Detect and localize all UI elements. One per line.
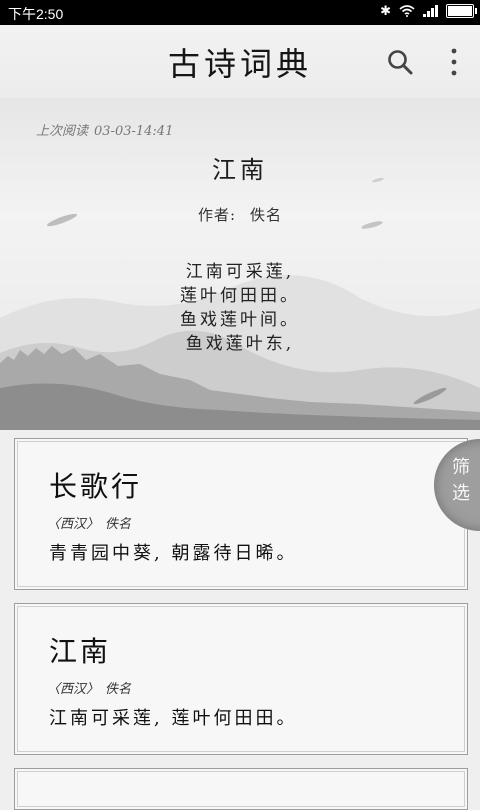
poem-line: 莲叶何田田。	[180, 286, 300, 306]
poem-card-meta: 〈西汉〉 佚名	[47, 513, 131, 532]
poem-card[interactable]: 长歌行 〈西汉〉 佚名 青青园中葵, 朝露待日晞。	[14, 438, 468, 590]
poem-title: 江南	[212, 156, 268, 184]
poem-card-dynasty: 〈西汉〉	[47, 517, 100, 532]
filter-label: 筛选	[452, 457, 470, 504]
poem-line: 鱼戏莲叶间。	[180, 310, 300, 330]
poem-author: 作者: 佚名	[0, 204, 480, 225]
poem-line: 鱼戏莲叶东,	[185, 334, 295, 354]
last-read-panel[interactable]: 上次阅读 03-03-14:41 江南 作者: 佚名 江南可采莲, 莲叶何田田。 鱼…	[0, 98, 480, 430]
author-name: 佚名	[250, 206, 283, 224]
signal-icon	[423, 5, 438, 17]
wifi-icon	[399, 5, 415, 17]
poem-card[interactable]: 江南 〈西汉〉 佚名 江南可采莲, 莲叶何田田。	[14, 603, 468, 755]
poem-card[interactable]	[14, 768, 468, 810]
last-read-date: 03-03-14:41	[94, 124, 174, 139]
battery-icon	[446, 4, 477, 18]
poem-card-excerpt: 青青园中葵, 朝露待日晞。	[49, 543, 298, 564]
poem-card-title: 江南	[49, 635, 112, 668]
more-vertical-icon[interactable]	[440, 45, 468, 79]
poem-card-author: 佚名	[105, 517, 132, 532]
poem-card-dynasty: 〈西汉〉	[47, 682, 100, 697]
app-header: 古诗词典	[0, 25, 480, 98]
search-icon[interactable]	[386, 48, 414, 76]
poem-lines: 江南可采莲, 莲叶何田田。 鱼戏莲叶间。 鱼戏莲叶东,	[0, 260, 480, 356]
status-icons: ✱	[380, 3, 477, 19]
status-bar: 下午2:50 ✱	[0, 0, 480, 25]
poem-card-excerpt: 江南可采莲, 莲叶何田田。	[49, 708, 298, 729]
poem-line: 江南可采莲,	[185, 262, 295, 282]
last-read-info: 上次阅读 03-03-14:41	[36, 120, 173, 139]
poem-card-author: 佚名	[105, 682, 132, 697]
last-read-label: 上次阅读	[36, 124, 89, 139]
poem-card-meta: 〈西汉〉 佚名	[47, 678, 131, 697]
bluetooth-icon: ✱	[380, 3, 391, 18]
poem-card-title: 长歌行	[49, 470, 143, 503]
status-time: 下午2:50	[8, 6, 64, 22]
author-label: 作者:	[197, 206, 237, 224]
